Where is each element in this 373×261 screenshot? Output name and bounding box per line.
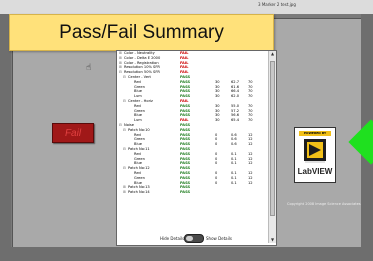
scroll-thumb[interactable]	[270, 61, 275, 216]
page-title: Pass/Fail Summary	[59, 21, 224, 43]
copyright-text: Copyright 2008 Image Science Associates	[287, 202, 361, 206]
scroll-up-icon[interactable]: ▲	[269, 51, 276, 57]
labview-badge: POWERED BY LabVIEW	[294, 127, 336, 183]
tree-row-name: Patch No:14	[128, 190, 150, 195]
window-title: 3 Marker 2 test.jpg	[258, 2, 296, 7]
overall-status-indicator: Fail	[52, 123, 94, 143]
overall-status-text: Fail	[64, 127, 82, 139]
results-tree-content: ⊞ Color - Neutrality FAIL ⊞ Color - Delta E …	[117, 51, 267, 243]
tree-scrollbar[interactable]: ▲ ▼	[268, 51, 276, 243]
window-title-bar: 3 Marker 2 test.jpg	[0, 0, 373, 14]
results-tree[interactable]: ⊞ Color - Neutrality FAIL ⊞ Color - Delta E …	[116, 50, 277, 246]
details-toggle-switch[interactable]	[184, 234, 204, 243]
left-frame	[0, 14, 11, 261]
summary-title-banner: Pass/Fail Summary	[9, 14, 274, 51]
hand-pointer-icon: ☝	[86, 63, 92, 73]
bottom-frame	[0, 247, 373, 261]
hide-details-label: Hide Details	[160, 236, 185, 241]
show-details-label: Show Details	[206, 236, 232, 241]
labview-product-name: LabVIEW	[297, 167, 333, 176]
toggle-knob	[186, 236, 193, 241]
tree-row-result: PASS	[180, 190, 191, 195]
expand-icon[interactable]: ⊞	[123, 190, 126, 195]
scroll-down-icon[interactable]: ▼	[269, 237, 276, 243]
tree-row[interactable]: ⊞ Patch No:14 PASS	[117, 190, 267, 195]
